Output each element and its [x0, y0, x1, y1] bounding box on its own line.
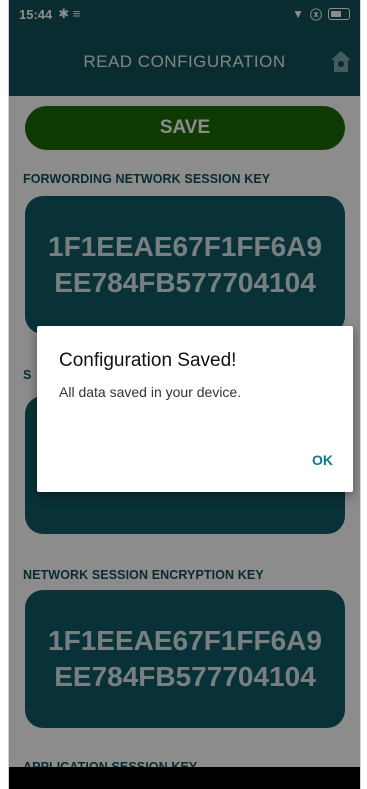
phone-screen: 15:44 ✱ ≡ ▼ ⓧ READ CONFIGURATION SAVE FO…: [8, 0, 361, 789]
dialog-title: Configuration Saved!: [59, 350, 237, 371]
ok-button[interactable]: OK: [312, 452, 333, 468]
dialog-message: All data saved in your device.: [59, 384, 242, 400]
configuration-saved-dialog: Configuration Saved! All data saved in y…: [37, 326, 353, 492]
navigation-bar: [9, 767, 360, 789]
